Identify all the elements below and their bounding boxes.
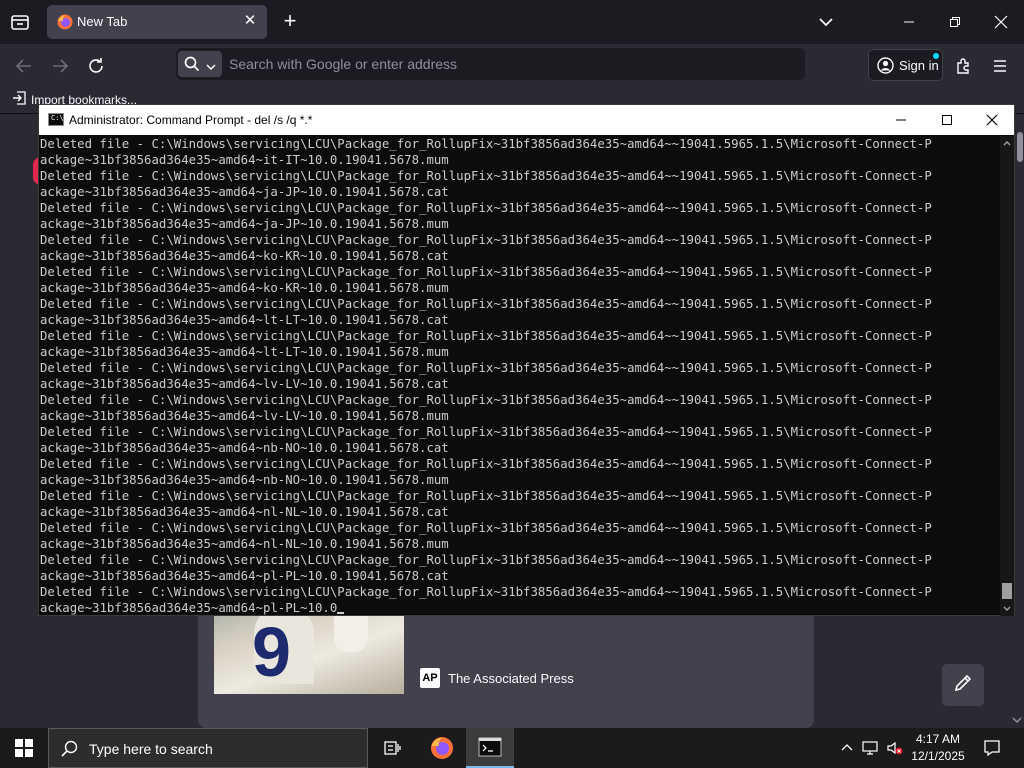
sign-in-button[interactable]: Sign in [868,49,943,81]
extensions-puzzle-icon[interactable] [951,53,977,79]
console-maximize-icon[interactable] [924,105,970,135]
console-line: Deleted file - C:\Windows\servicing\LCU\… [40,585,932,599]
windows-taskbar: Type here to search 4:17 AM 12/1/2025 [0,728,1024,768]
account-icon [877,57,894,79]
console-line: Deleted file - C:\Windows\servicing\LCU\… [40,457,932,471]
console-line: ackage~31bf3856ad364e35~amd64~pl-PL~10.0 [40,600,1000,616]
console-line: Deleted file - C:\Windows\servicing\LCU\… [40,201,932,215]
hamburger-menu-icon[interactable] [987,53,1013,79]
story-source: The Associated Press [448,671,574,686]
console-line: Deleted file - C:\Windows\servicing\LCU\… [40,393,932,407]
console-minimize-icon[interactable] [878,105,924,135]
browser-close-icon[interactable] [978,0,1024,44]
search-engine-selector[interactable] [178,51,222,77]
tab-title: New Tab [77,14,128,29]
console-scroll-down-icon[interactable] [1000,602,1014,616]
console-line: Deleted file - C:\Windows\servicing\LCU\… [40,553,932,567]
console-line: ackage~31bf3856ad364e35~amd64~ja-JP~10.0… [40,185,449,199]
console-line: ackage~31bf3856ad364e35~amd64~it-IT~10.0… [40,153,449,167]
console-line: Deleted file - C:\Windows\servicing\LCU\… [40,169,932,183]
network-icon[interactable] [859,728,883,768]
browser-minimize-icon[interactable] [886,0,932,44]
clock-time: 4:17 AM [915,732,961,746]
show-hidden-icons-chevron-icon[interactable] [835,728,859,768]
console-line: Deleted file - C:\Windows\servicing\LCU\… [40,361,932,375]
console-line: ackage~31bf3856ad364e35~amd64~nb-NO~10.0… [40,473,449,487]
command-prompt-titlebar[interactable]: C:\ Administrator: Command Prompt - del … [39,105,1014,135]
back-arrow-icon[interactable] [11,53,37,79]
console-line: ackage~31bf3856ad364e35~amd64~lt-LT~10.0… [40,313,449,327]
console-line: ackage~31bf3856ad364e35~amd64~nl-NL~10.0… [40,505,449,519]
taskbar-clock[interactable]: 4:17 AM 12/1/2025 [898,731,978,765]
console-scrollbar-thumb[interactable] [1002,583,1012,599]
command-prompt-window[interactable]: C:\ Administrator: Command Prompt - del … [38,104,1015,616]
console-line: Deleted file - C:\Windows\servicing\LCU\… [40,489,932,503]
new-tab-plus-icon[interactable]: + [280,10,300,32]
tab-close-icon[interactable]: ✕ [241,12,259,30]
taskbar-search-icon [61,740,79,763]
browser-restore-icon[interactable] [932,0,978,44]
firefox-view-icon[interactable] [8,10,32,34]
browser-tab-strip: New Tab ✕ + [0,0,1024,44]
taskbar-command-prompt-icon[interactable] [466,728,514,768]
console-scrollbar[interactable] [1000,136,1014,616]
search-icon [184,56,200,77]
tab-new-tab[interactable]: New Tab ✕ [47,5,267,39]
chevron-down-icon [206,59,216,77]
console-line: ackage~31bf3856ad364e35~amd64~lv-LV~10.0… [40,377,449,391]
console-line: ackage~31bf3856ad364e35~amd64~nl-NL~10.0… [40,537,449,551]
console-line: ackage~31bf3856ad364e35~amd64~ja-JP~10.0… [40,217,449,231]
console-line: Deleted file - C:\Windows\servicing\LCU\… [40,137,932,151]
console-line: ackage~31bf3856ad364e35~amd64~nb-NO~10.0… [40,441,449,455]
reload-icon[interactable] [83,53,109,79]
sign-in-label: Sign in [899,58,939,73]
taskbar-search-box[interactable]: Type here to search [48,728,368,768]
ap-logo: AP [420,668,440,688]
windows-start-icon[interactable] [0,728,48,768]
console-line: ackage~31bf3856ad364e35~amd64~lt-LT~10.0… [40,345,449,359]
console-line: ackage~31bf3856ad364e35~amd64~ko-KR~10.0… [40,281,449,295]
firefox-logo-icon [57,14,73,30]
notifications-icon[interactable] [980,728,1004,768]
import-icon [12,91,26,108]
console-line: ackage~31bf3856ad364e35~amd64~pl-PL~10.0… [40,569,449,583]
pencil-icon [953,673,973,698]
command-prompt-title: Administrator: Command Prompt - del /s /… [69,113,313,127]
console-cursor [337,612,345,614]
console-line: Deleted file - C:\Windows\servicing\LCU\… [40,233,932,247]
page-scroll-down-icon[interactable] [1012,712,1024,724]
forward-arrow-icon[interactable] [47,53,73,79]
console-line: Deleted file - C:\Windows\servicing\LCU\… [40,265,932,279]
address-bar[interactable]: Search with Google or enter address [176,48,805,80]
taskbar-firefox-icon[interactable] [418,728,466,768]
taskbar-search-placeholder: Type here to search [89,741,213,757]
console-scroll-up-icon[interactable] [1000,136,1014,150]
console-line: ackage~31bf3856ad364e35~amd64~ko-KR~10.0… [40,249,449,263]
clock-date: 12/1/2025 [911,749,965,763]
notification-dot-icon [933,53,939,59]
browser-navigation-toolbar: Search with Google or enter address Sign… [0,44,1024,86]
cmd-window-icon: C:\ [48,113,64,126]
console-line: Deleted file - C:\Windows\servicing\LCU\… [40,297,932,311]
customize-pencil-button[interactable] [942,664,984,706]
page-scrollbar-thumb[interactable] [1017,132,1023,162]
console-line: ackage~31bf3856ad364e35~amd64~lv-LV~10.0… [40,409,449,423]
jersey-number: 9 [252,613,291,691]
console-close-icon[interactable] [969,105,1015,135]
console-line: Deleted file - C:\Windows\servicing\LCU\… [40,425,932,439]
console-output[interactable]: Deleted file - C:\Windows\servicing\LCU\… [40,136,1000,616]
console-line: Deleted file - C:\Windows\servicing\LCU\… [40,329,932,343]
page-scrollbar[interactable] [1016,130,1024,728]
address-bar-placeholder: Search with Google or enter address [229,56,458,72]
console-line: Deleted file - C:\Windows\servicing\LCU\… [40,521,932,535]
task-view-icon[interactable] [368,728,416,768]
list-all-tabs-chevron-icon[interactable] [816,12,836,32]
